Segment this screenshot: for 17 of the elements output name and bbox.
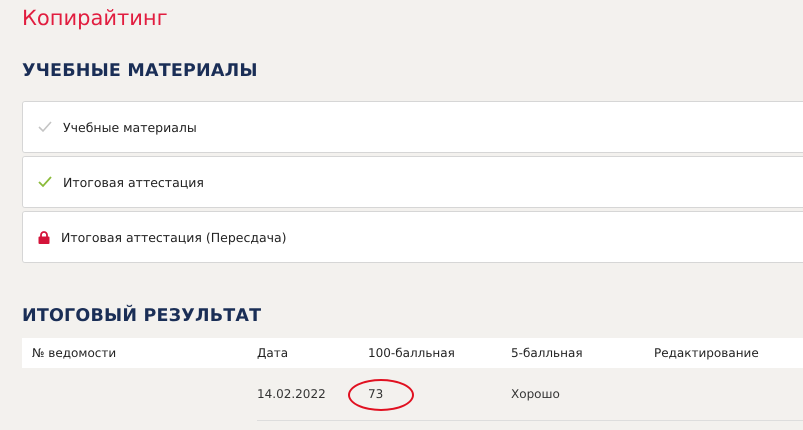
column-header: № ведомости (32, 346, 116, 360)
material-item[interactable]: Итоговая аттестация (Пересдача) (22, 211, 803, 263)
check-icon (38, 121, 52, 133)
column-header: Дата (257, 346, 288, 360)
section-heading: УЧЕБНЫЕ МАТЕРИАЛЫ (22, 60, 258, 83)
check-icon (38, 176, 52, 188)
column-header: 100-балльная (368, 346, 455, 360)
lock-icon (38, 230, 50, 244)
column-header: Редактирование (654, 346, 759, 360)
table-cell: 14.02.2022 (257, 387, 326, 401)
material-item[interactable]: Итоговая аттестация (22, 156, 803, 208)
section-heading: ИТОГОВЫЙ РЕЗУЛЬТАТ (22, 304, 262, 328)
column-header: 5-балльная (511, 346, 583, 360)
table-cell: 73 (368, 387, 384, 401)
table-cell: Хорошо (511, 387, 560, 401)
material-item[interactable]: Учебные материалы (22, 101, 803, 153)
course-title: Копирайтинг (22, 5, 168, 32)
